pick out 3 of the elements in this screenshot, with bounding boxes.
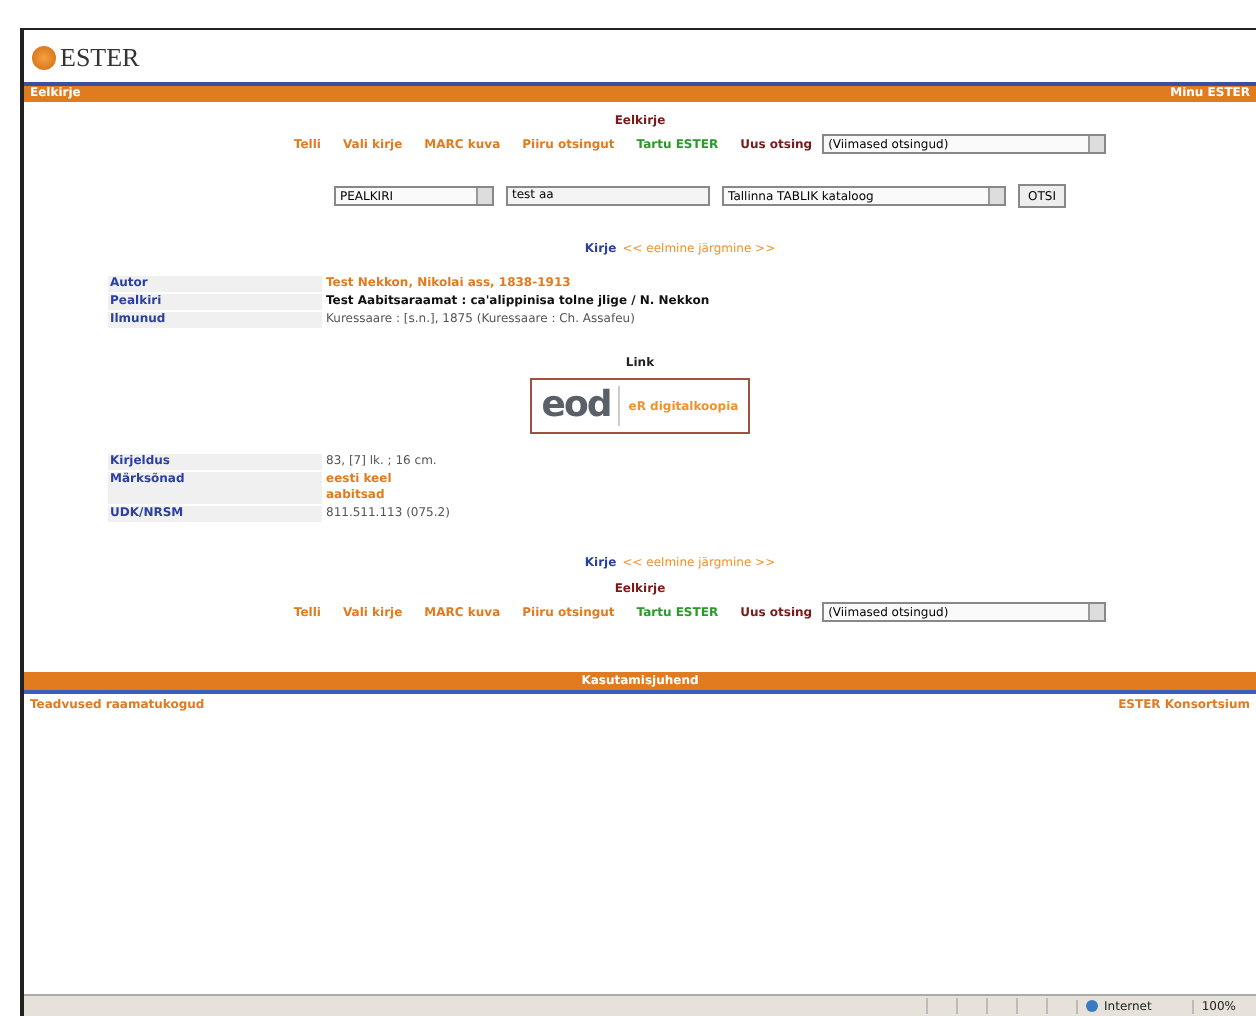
logo-icon <box>32 46 56 70</box>
logo-text[interactable]: ESTER <box>60 42 140 74</box>
globe-icon <box>1086 1000 1099 1012</box>
